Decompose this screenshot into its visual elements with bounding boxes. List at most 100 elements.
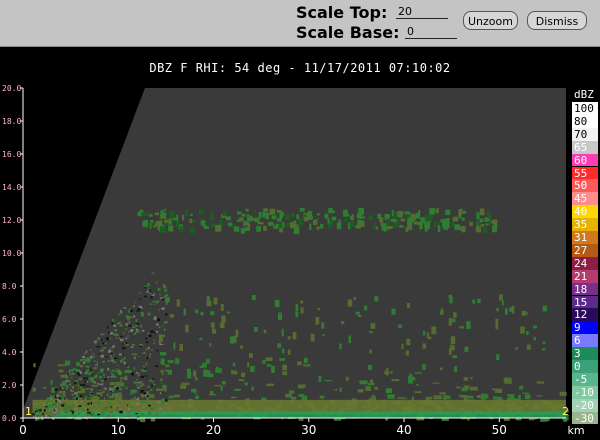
echo-pixel [433,221,437,227]
echo-pixel [472,299,476,304]
echo-pixel [141,314,145,317]
y-tick-label: 12.0 [2,216,21,225]
echo-pixel [448,318,452,326]
echo-pixel [110,370,112,374]
echo-pixel [118,337,121,340]
echo-pixel [113,388,116,391]
echo-pixel [361,216,366,219]
echo-pixel [148,214,153,217]
echo-pixel [130,392,132,395]
echo-pixel [173,394,180,398]
echo-pixel [250,215,253,219]
echo-pixel [420,218,425,223]
echo-pixel [36,410,39,412]
echo-pixel [100,333,104,335]
echo-pixel [161,373,164,376]
echo-pixel [108,331,111,334]
echo-pixel [64,410,67,413]
echo-pixel [287,336,291,340]
echo-pixel [304,214,307,217]
echo-pixel [73,410,76,413]
echo-pixel [86,413,90,416]
echo-pixel [327,218,330,224]
echo-pixel [85,350,88,354]
echo-pixel [90,377,95,380]
echo-pixel [71,393,74,396]
echo-pixel [367,364,373,370]
echo-pixel [102,349,104,352]
echo-pixel [298,394,305,397]
legend-entry: 80 [572,114,598,128]
legend-entry: 55 [572,166,598,179]
echo-pixel [181,215,185,221]
echo-pixel [132,392,135,395]
echo-pixel [148,334,152,338]
echo-pixel [87,361,90,363]
echo-pixel [317,217,320,220]
echo-pixel [123,361,126,365]
echo-pixel [53,408,56,410]
echo-pixel [113,325,117,327]
x-tick-label: 10 [111,423,126,437]
echo-pixel [143,287,146,289]
echo-pixel [112,369,115,372]
y-tick-label: 18.0 [2,117,21,126]
x-tick-label: 0 [19,423,27,437]
echo-pixel [42,412,44,416]
echo-pixel [487,220,492,225]
echo-pixel [230,370,235,373]
echo-pixel [298,219,304,226]
echo-pixel [125,386,128,390]
echo-pixel [80,407,84,409]
x-tick-label: 40 [396,423,411,437]
echo-pixel [496,396,503,401]
y-tick-label: 10.0 [2,249,21,258]
echo-pixel [240,372,246,378]
echo-pixel [248,353,253,358]
echo-pixel [147,284,151,287]
echo-pixel [462,210,467,214]
echo-pixel [183,308,187,316]
echo-pixel [162,401,166,405]
y-tick-label: 6.0 [2,315,17,324]
echo-pixel [424,225,428,232]
echo-pixel [58,399,62,403]
echo-pixel [244,382,248,386]
echo-pixel [123,357,126,360]
echo-pixel [374,296,379,302]
echo-pixel [442,397,450,399]
echo-pixel [467,395,474,399]
echo-pixel [263,213,270,217]
echo-pixel [100,412,104,414]
echo-pixel [165,313,168,316]
echo-pixel [78,405,82,407]
echo-pixel [285,214,289,220]
echo-pixel [145,341,149,343]
echo-pixel [67,371,70,373]
echo-pixel [111,350,113,353]
echo-pixel [130,389,137,393]
echo-pixel [137,386,140,389]
echo-pixel [151,222,155,226]
echo-pixel [63,403,67,405]
echo-pixel [419,222,423,230]
echo-pixel [385,388,392,394]
legend-title: dBZ [574,88,594,101]
echo-pixel [164,289,168,292]
echo-pixel [47,405,51,408]
echo-pixel [277,218,282,222]
echo-pixel [132,305,135,307]
echo-pixel [247,223,251,229]
echo-pixel [195,309,199,314]
legend-entry: 35 [572,218,598,231]
echo-pixel [83,359,88,362]
echo-pixel [124,323,127,325]
rhi-plot[interactable]: 0.0 2.0 4.0 6.0 8.0 10.0 12.0 14.0 16.0 18.0 20.0 0… [0,0,600,440]
echo-pixel [316,213,320,216]
echo-pixel [101,383,104,386]
echo-pixel [152,300,156,303]
echo-pixel [116,407,120,410]
echo-pixel [165,364,170,368]
echo-pixel [229,336,235,344]
echo-pixel [86,365,90,368]
